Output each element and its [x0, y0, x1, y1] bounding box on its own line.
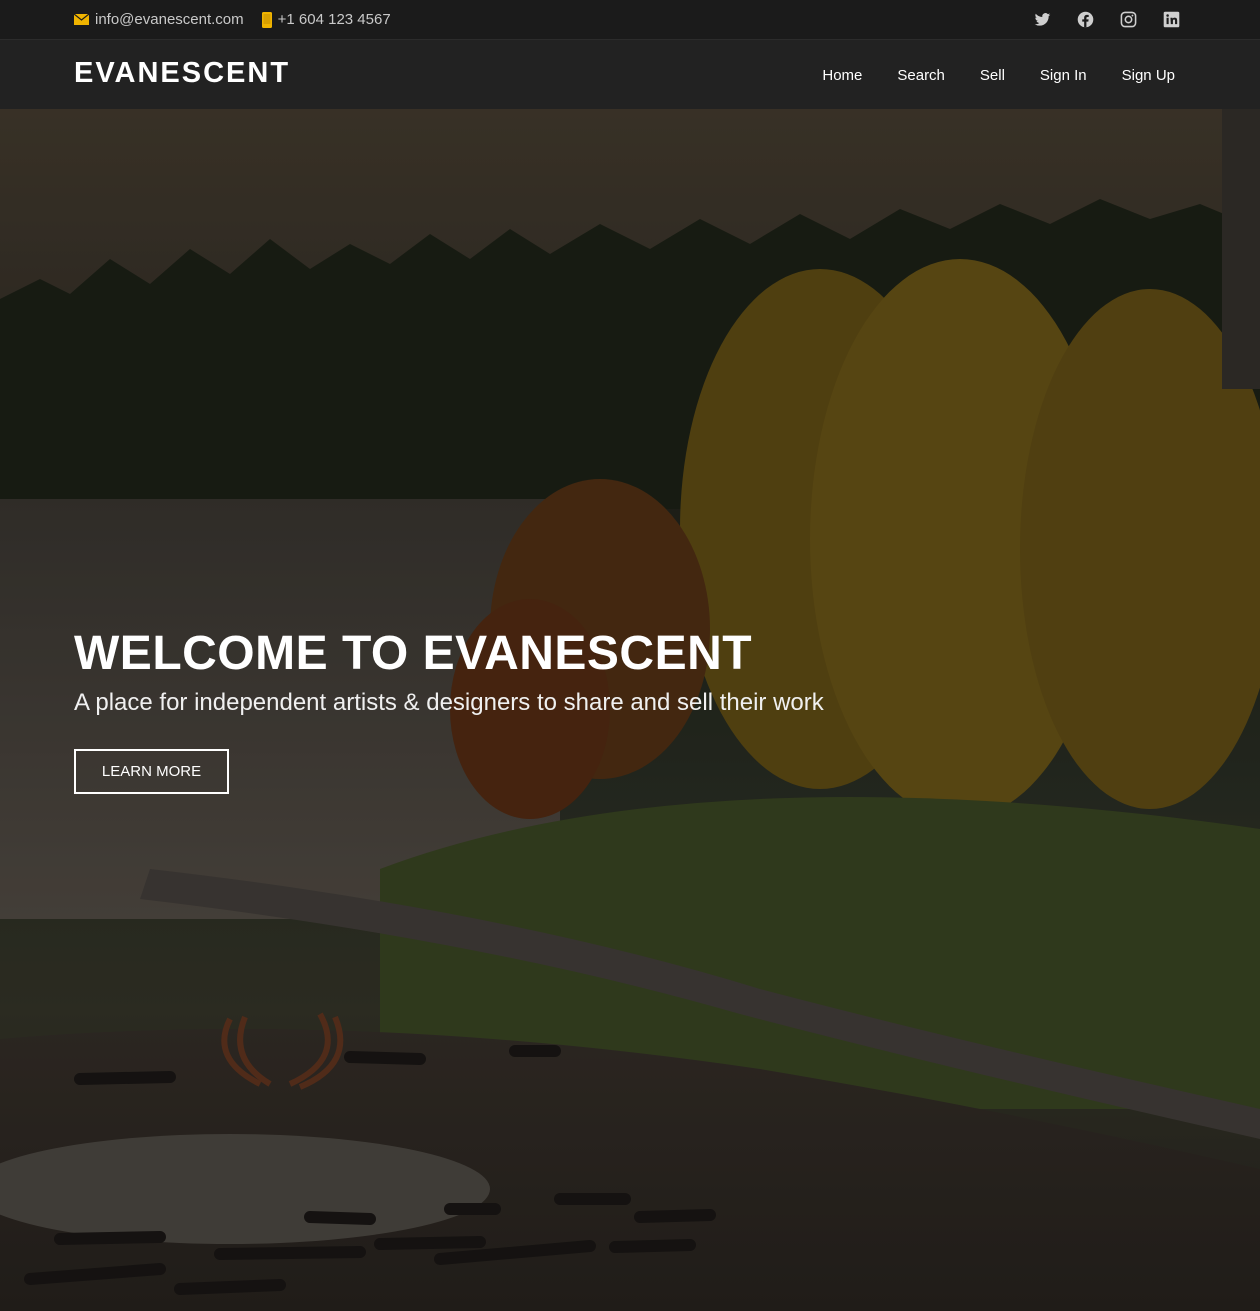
instagram-icon[interactable] — [1120, 11, 1137, 28]
nav-search[interactable]: Search — [897, 67, 945, 84]
facebook-icon[interactable] — [1077, 11, 1094, 28]
hero-subtitle: A place for independent artists & design… — [74, 689, 824, 716]
hero-title: WELCOME TO EVANESCENT — [74, 627, 753, 680]
email-contact[interactable]: info@evanescent.com — [74, 11, 244, 28]
top-bar: info@evanescent.com +1 604 123 4567 — [0, 0, 1260, 39]
twitter-icon[interactable] — [1034, 11, 1051, 28]
nav-sign-up[interactable]: Sign Up — [1122, 67, 1175, 84]
contact-info: info@evanescent.com +1 604 123 4567 — [74, 0, 391, 39]
nav-home[interactable]: Home — [822, 67, 862, 84]
nav-sign-in[interactable]: Sign In — [1040, 67, 1087, 84]
phone-icon — [261, 11, 272, 28]
email-text: info@evanescent.com — [95, 11, 244, 28]
main-navbar: EVANESCENT Home Search Sell Sign In Sign… — [0, 39, 1260, 109]
nav-sell[interactable]: Sell — [980, 67, 1005, 84]
phone-text: +1 604 123 4567 — [277, 11, 391, 28]
phone-contact[interactable]: +1 604 123 4567 — [261, 11, 391, 28]
hero-section: WELCOME TO EVANESCENT A place for indepe… — [0, 109, 1260, 1311]
learn-more-button[interactable]: LEARN MORE — [74, 749, 229, 794]
main-menu: Home Search Sell Sign In Sign Up — [822, 40, 1175, 110]
linkedin-icon[interactable] — [1163, 11, 1180, 28]
mail-icon — [74, 14, 89, 25]
brand-logo[interactable]: EVANESCENT — [74, 57, 290, 90]
social-links — [1034, 0, 1180, 39]
